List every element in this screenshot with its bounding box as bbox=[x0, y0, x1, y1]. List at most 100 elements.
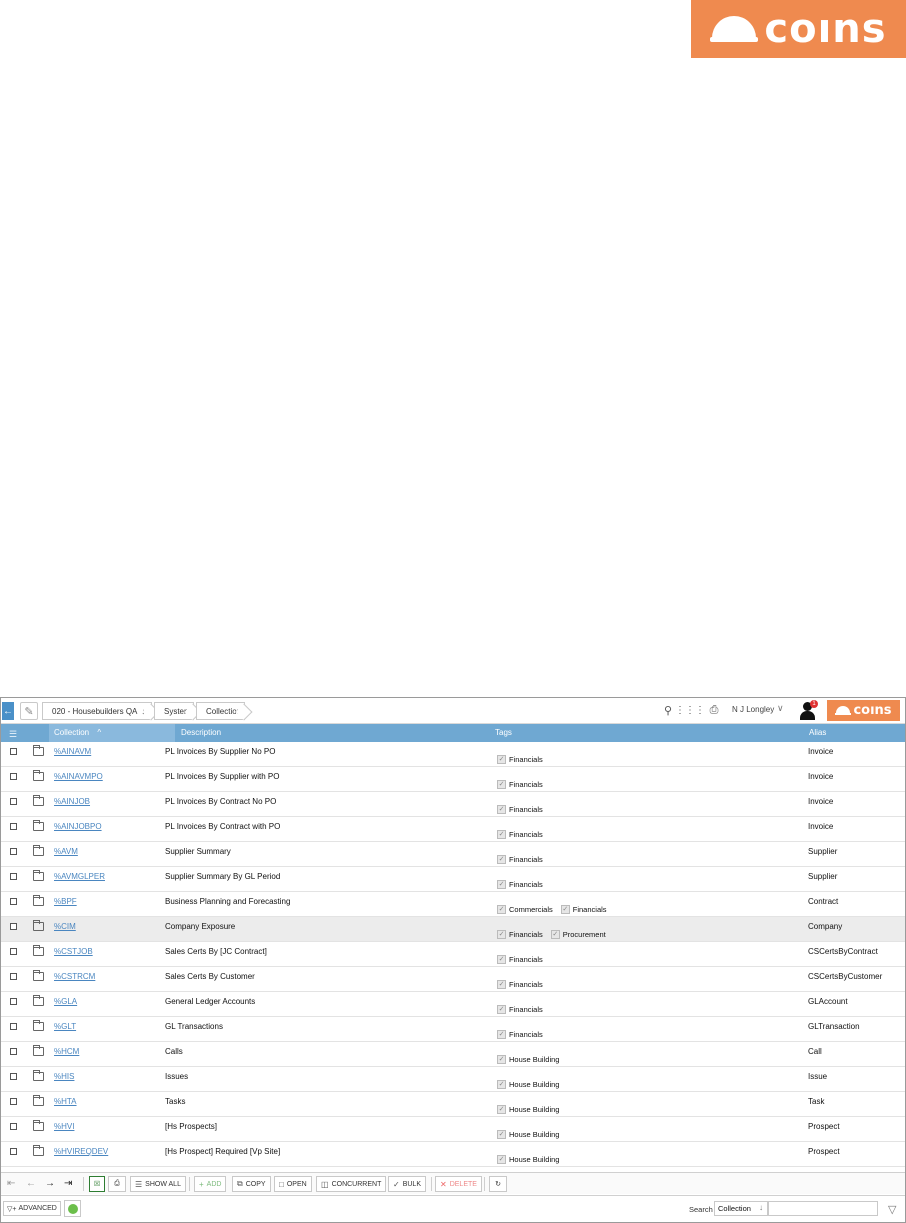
status-indicator-button[interactable] bbox=[64, 1200, 81, 1217]
table-row[interactable]: %CSTJOB Sales Certs By [JC Contract] ✓ Fina… bbox=[1, 942, 905, 967]
column-header-collection[interactable]: Collection ^ bbox=[49, 724, 175, 742]
collection-code-link[interactable]: %AVMGLPER bbox=[54, 872, 105, 881]
search-field-select[interactable]: Collection ↓ bbox=[714, 1201, 768, 1216]
apps-grid-icon[interactable]: ⋮⋮⋮ bbox=[675, 703, 705, 717]
print-icon[interactable]: ⎙ bbox=[707, 703, 721, 717]
row-checkbox[interactable] bbox=[10, 1048, 17, 1055]
row-checkbox[interactable] bbox=[10, 748, 17, 755]
row-checkbox[interactable] bbox=[10, 823, 17, 830]
row-checkbox[interactable] bbox=[10, 1098, 17, 1105]
collection-code-link[interactable]: %BPF bbox=[54, 897, 77, 906]
table-row[interactable]: %AINJOB PL Invoices By Contract No PO ✓ Fin… bbox=[1, 792, 905, 817]
user-name[interactable]: N J Longley bbox=[732, 705, 774, 714]
folder-icon[interactable] bbox=[33, 945, 44, 956]
collection-code-link[interactable]: %CSTRCM bbox=[54, 972, 95, 981]
show-all-button[interactable]: ☰ SHOW ALL bbox=[130, 1176, 186, 1192]
collection-code-link[interactable]: %GLT bbox=[54, 1022, 76, 1031]
last-page-icon[interactable]: ⇥ bbox=[64, 1178, 72, 1189]
folder-icon[interactable] bbox=[33, 1145, 44, 1156]
excel-export-icon[interactable]: ☒ bbox=[89, 1176, 105, 1192]
folder-icon[interactable] bbox=[33, 845, 44, 856]
table-row[interactable]: %HIS Issues ✓ House Building Issue bbox=[1, 1067, 905, 1092]
folder-icon[interactable] bbox=[33, 920, 44, 931]
folder-icon[interactable] bbox=[33, 995, 44, 1006]
user-icon[interactable]: 1 bbox=[799, 700, 818, 720]
refresh-icon[interactable]: ↻ bbox=[489, 1176, 507, 1192]
row-checkbox[interactable] bbox=[10, 1073, 17, 1080]
concurrent-button[interactable]: ◫ CONCURRENT bbox=[316, 1176, 387, 1192]
table-row[interactable]: %CSTRCM Sales Certs By Customer ✓ Financial… bbox=[1, 967, 905, 992]
folder-icon[interactable] bbox=[33, 1045, 44, 1056]
row-checkbox[interactable] bbox=[10, 898, 17, 905]
collection-code-link[interactable]: %HVIREQDEV bbox=[54, 1147, 108, 1156]
folder-icon[interactable] bbox=[33, 1070, 44, 1081]
table-row[interactable]: %AVMGLPER Supplier Summary By GL Period ✓ F… bbox=[1, 867, 905, 892]
collection-code-link[interactable]: %AINJOB bbox=[54, 797, 90, 806]
table-row[interactable]: %BPF Business Planning and Forecasting ✓ Co… bbox=[1, 892, 905, 917]
row-checkbox[interactable] bbox=[10, 848, 17, 855]
row-checkbox[interactable] bbox=[10, 798, 17, 805]
table-row[interactable]: %HTA Tasks ✓ House Building Task bbox=[1, 1092, 905, 1117]
table-row[interactable]: %AINAVMPO PL Invoices By Supplier with PO… bbox=[1, 767, 905, 792]
previous-page-icon[interactable]: ← bbox=[26, 1178, 36, 1189]
collection-code-link[interactable]: %HTA bbox=[54, 1097, 77, 1106]
collection-code-link[interactable]: %AINAVMPO bbox=[54, 772, 103, 781]
row-checkbox[interactable] bbox=[10, 773, 17, 780]
column-menu-icon[interactable]: ☰ bbox=[9, 729, 17, 740]
folder-icon[interactable] bbox=[33, 745, 44, 756]
first-page-icon[interactable]: ⇤ bbox=[7, 1178, 15, 1189]
collection-code-link[interactable]: %AINAVM bbox=[54, 747, 91, 756]
folder-icon[interactable] bbox=[33, 795, 44, 806]
row-checkbox[interactable] bbox=[10, 1023, 17, 1030]
column-header-tags[interactable]: Tags bbox=[495, 728, 512, 737]
pin-icon[interactable]: ✎ bbox=[20, 702, 38, 720]
table-row[interactable]: %HVI [Hs Prospects] ✓ House Building Prospec… bbox=[1, 1117, 905, 1142]
folder-icon[interactable] bbox=[33, 770, 44, 781]
search-input[interactable] bbox=[768, 1201, 878, 1216]
collection-code-link[interactable]: %HVI bbox=[54, 1122, 74, 1131]
breadcrumb-system[interactable]: System bbox=[154, 702, 194, 720]
print-icon[interactable]: ⎙ bbox=[108, 1176, 126, 1192]
back-arrow-icon[interactable]: ← bbox=[2, 702, 14, 720]
collection-code-link[interactable]: %CIM bbox=[54, 922, 76, 931]
add-button[interactable]: + ADD bbox=[194, 1176, 227, 1192]
column-header-description[interactable]: Description bbox=[181, 728, 221, 737]
folder-icon[interactable] bbox=[33, 1095, 44, 1106]
advanced-filter-button[interactable]: ▽+ ADVANCED bbox=[3, 1201, 61, 1216]
filter-icon[interactable]: ▽ bbox=[888, 1203, 896, 1216]
table-row[interactable]: %CIM Company Exposure ✓ Financials ✓ Procurem… bbox=[1, 917, 905, 942]
row-checkbox[interactable] bbox=[10, 1123, 17, 1130]
bulk-button[interactable]: ✓ BULK bbox=[388, 1176, 426, 1192]
row-checkbox[interactable] bbox=[10, 1148, 17, 1155]
table-row[interactable]: %HVIREQDEV [Hs Prospect] Required [Vp Sit… bbox=[1, 1142, 905, 1167]
row-checkbox[interactable] bbox=[10, 998, 17, 1005]
breadcrumb-company[interactable]: 020 - Housebuilders QA ↓ bbox=[42, 702, 152, 720]
copy-button[interactable]: ⧉ COPY bbox=[232, 1176, 271, 1192]
table-row[interactable]: %GLT GL Transactions ✓ Financials GLTransact… bbox=[1, 1017, 905, 1042]
delete-button[interactable]: ✕ DELETE bbox=[435, 1176, 482, 1192]
collection-code-link[interactable]: %HCM bbox=[54, 1047, 79, 1056]
table-row[interactable]: %AINAVM PL Invoices By Supplier No PO ✓ Fin… bbox=[1, 742, 905, 767]
folder-icon[interactable] bbox=[33, 820, 44, 831]
collection-code-link[interactable]: %HIS bbox=[54, 1072, 74, 1081]
breadcrumb-collections[interactable]: Collections bbox=[196, 702, 245, 720]
table-row[interactable]: %HCM Calls ✓ House Building Call bbox=[1, 1042, 905, 1067]
table-row[interactable]: %AVM Supplier Summary ✓ Financials Supplier bbox=[1, 842, 905, 867]
folder-icon[interactable] bbox=[33, 895, 44, 906]
next-page-icon[interactable]: → bbox=[45, 1178, 55, 1189]
collection-code-link[interactable]: %AVM bbox=[54, 847, 78, 856]
collection-code-link[interactable]: %AINJOBPO bbox=[54, 822, 102, 831]
collection-code-link[interactable]: %CSTJOB bbox=[54, 947, 93, 956]
row-checkbox[interactable] bbox=[10, 873, 17, 880]
row-checkbox[interactable] bbox=[10, 973, 17, 980]
folder-icon[interactable] bbox=[33, 970, 44, 981]
folder-icon[interactable] bbox=[33, 870, 44, 881]
open-button[interactable]: □ OPEN bbox=[274, 1176, 312, 1192]
table-row[interactable]: %AINJOBPO PL Invoices By Contract with PO… bbox=[1, 817, 905, 842]
chevron-down-icon[interactable]: ∨ bbox=[777, 703, 784, 714]
row-checkbox[interactable] bbox=[10, 948, 17, 955]
search-icon[interactable]: ⚲ bbox=[661, 703, 675, 717]
folder-icon[interactable] bbox=[33, 1020, 44, 1031]
row-checkbox[interactable] bbox=[10, 923, 17, 930]
collection-code-link[interactable]: %GLA bbox=[54, 997, 77, 1006]
